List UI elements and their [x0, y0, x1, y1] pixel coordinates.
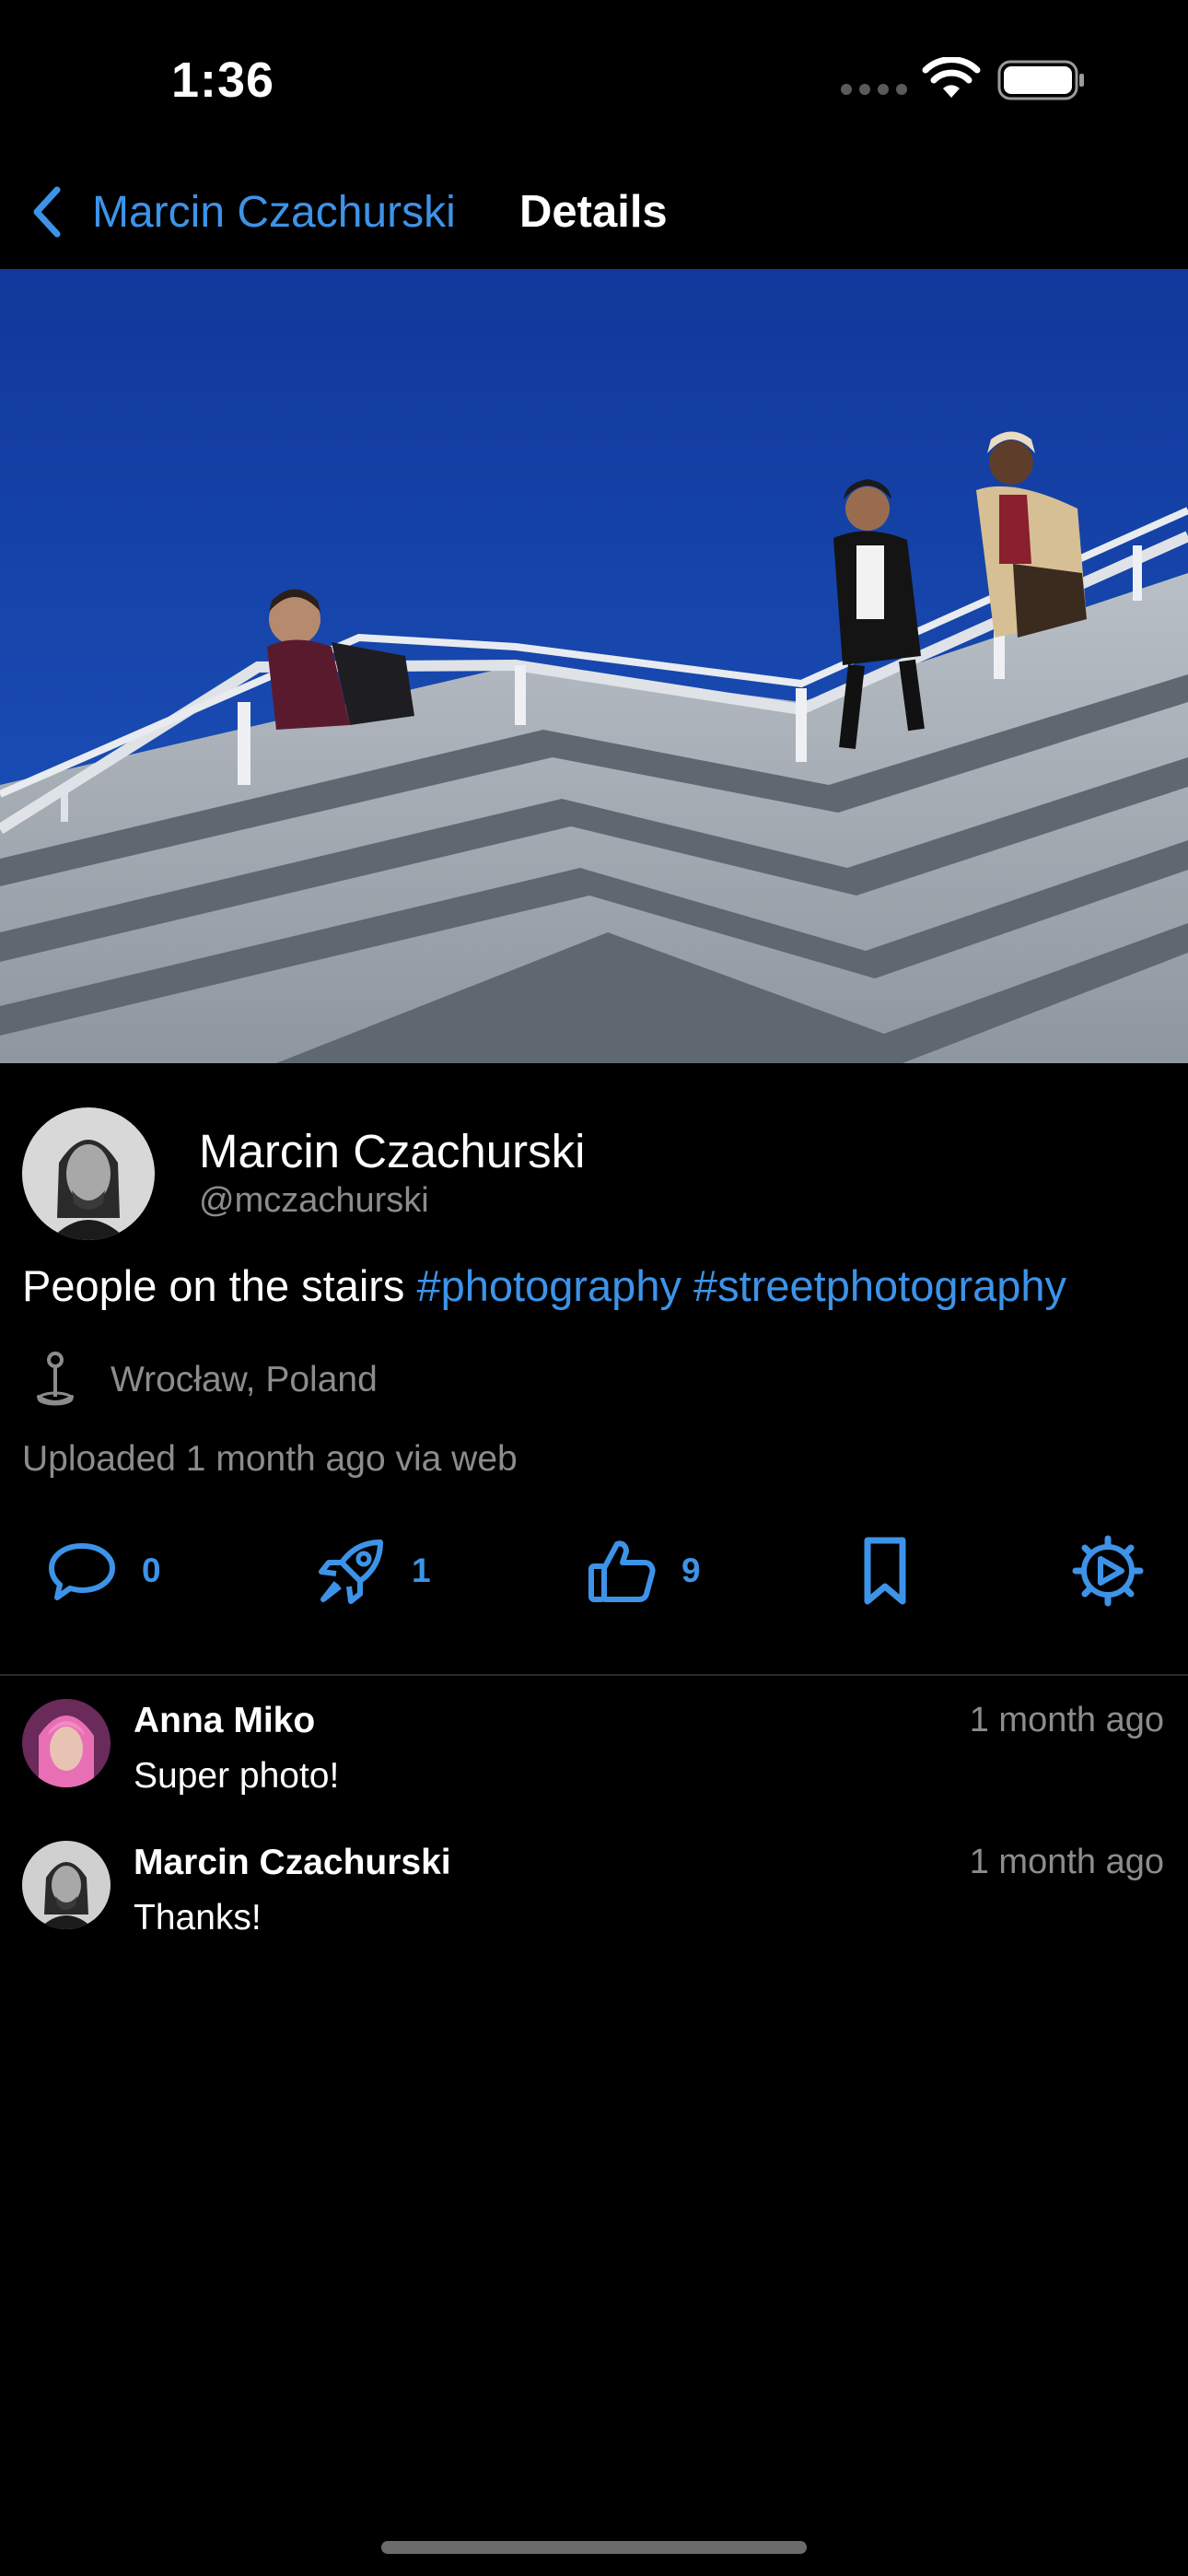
gear-play-icon [1072, 1535, 1144, 1607]
author-avatar[interactable] [22, 1107, 155, 1240]
comments-count: 0 [142, 1551, 161, 1589]
comment-time: 1 month ago [969, 1843, 1164, 1881]
caption-text: People on the stairs [22, 1261, 405, 1310]
back-button[interactable]: Marcin Czachurski [28, 182, 456, 241]
map-pin-icon [37, 1352, 74, 1406]
chevron-left-icon [33, 186, 61, 238]
speech-bubble-icon [49, 1543, 115, 1600]
comment-button[interactable]: 0 [46, 1535, 161, 1607]
comment-avatar[interactable] [22, 1699, 111, 1787]
home-indicator[interactable] [381, 2541, 807, 2554]
status-time: 1:36 [171, 53, 275, 108]
page-title: Details [519, 187, 668, 237]
comment-avatar-image [22, 1699, 111, 1787]
post-details-screen: 1:36 Marcin Czachurski Details Marcin Cz… [0, 0, 1188, 2576]
post-photo[interactable] [0, 269, 1188, 1063]
status-bar: 1:36 [0, 0, 1188, 157]
bookmark-button[interactable] [849, 1535, 921, 1607]
hashtag-link[interactable]: #photography [417, 1261, 681, 1310]
comment-avatar-image [22, 1841, 111, 1929]
post-actions: 0 1 9 [0, 1529, 1188, 1612]
post-photo-image [0, 269, 1188, 1063]
comment-text: Super photo! [134, 1756, 340, 1796]
comment-time: 1 month ago [969, 1701, 1164, 1739]
hashtag-link[interactable]: #streetphotography [693, 1261, 1066, 1310]
location-text: Wrocław, Poland [111, 1360, 378, 1399]
comment-item: Anna Miko 1 month ago Super photo! [0, 1697, 1188, 1817]
author-avatar-image [22, 1107, 155, 1240]
post-author[interactable]: Marcin Czachurski @mczachurski [0, 1106, 1188, 1240]
bookmark-icon [864, 1537, 906, 1605]
likes-count: 9 [681, 1551, 701, 1589]
author-handle: @mczachurski [199, 1181, 429, 1220]
comment-author[interactable]: Marcin Czachurski [134, 1843, 451, 1883]
navigation-bar: Marcin Czachurski Details [0, 157, 1188, 269]
comment-author[interactable]: Anna Miko [134, 1701, 315, 1741]
upload-info: Uploaded 1 month ago via web [22, 1439, 518, 1479]
author-name[interactable]: Marcin Czachurski [199, 1124, 585, 1178]
post-location[interactable]: Wrocław, Poland [22, 1351, 378, 1410]
cellular-signal-icon [841, 84, 907, 95]
comment-text: Thanks! [134, 1898, 262, 1938]
rocket-icon [319, 1540, 383, 1604]
boosts-count: 1 [412, 1551, 431, 1589]
comment-item: Marcin Czachurski 1 month ago Thanks! [0, 1839, 1188, 1959]
boost-button[interactable]: 1 [316, 1535, 431, 1607]
thumbs-up-icon [588, 1540, 656, 1602]
section-divider [0, 1674, 1188, 1676]
battery-icon [997, 60, 1084, 100]
post-caption: People on the stairs #photography #stree… [22, 1260, 1066, 1311]
back-button-label: Marcin Czachurski [92, 187, 456, 237]
wifi-icon [922, 57, 981, 98]
more-options-button[interactable] [1072, 1535, 1144, 1607]
comment-avatar[interactable] [22, 1841, 111, 1929]
like-button[interactable]: 9 [586, 1535, 701, 1607]
